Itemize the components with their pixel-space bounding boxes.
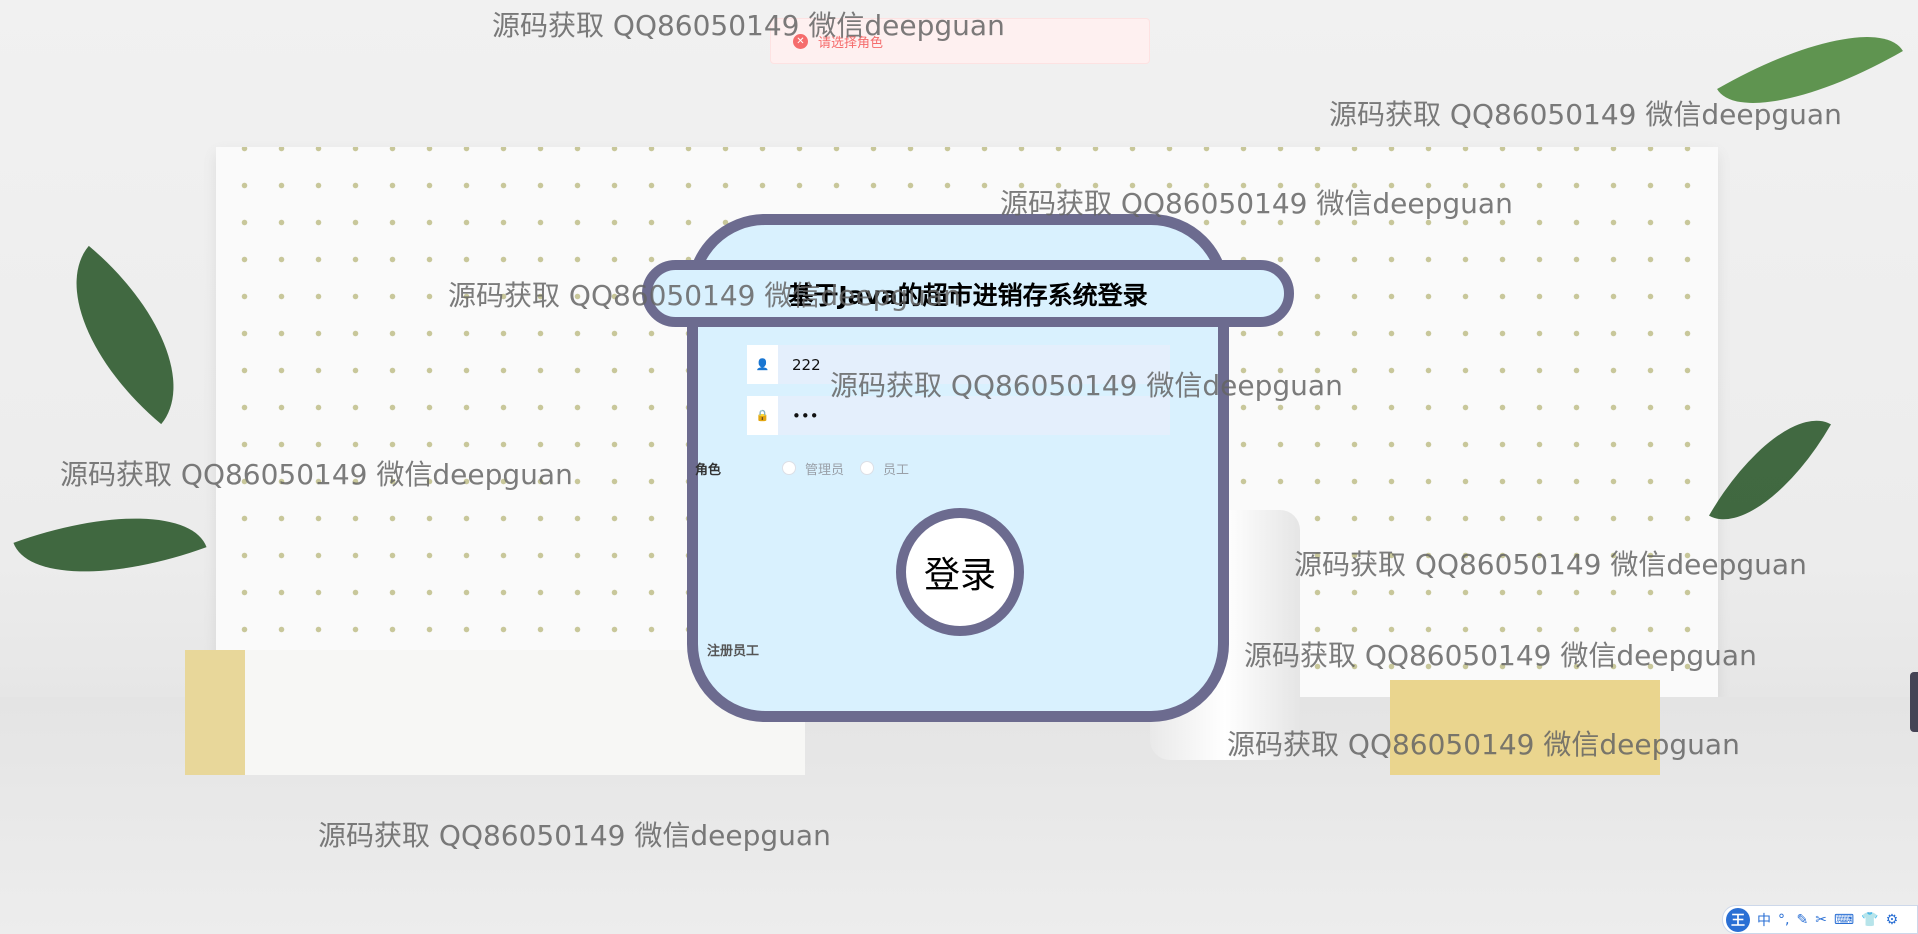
lock-icon: 🔒 xyxy=(747,396,778,435)
login-button[interactable]: 登录 xyxy=(896,508,1024,636)
error-toast: ✕ 请选择角色 xyxy=(770,18,1150,64)
username-field[interactable]: 👤 222 xyxy=(747,345,1170,384)
ime-scissors-icon[interactable]: ✂ xyxy=(1815,912,1827,928)
ime-settings-icon[interactable]: ⚙ xyxy=(1886,912,1899,928)
register-staff-link[interactable]: 注册员工 xyxy=(707,640,759,659)
ime-chinese-mode-icon[interactable]: 中 xyxy=(1757,910,1771,930)
side-widget[interactable] xyxy=(1910,672,1918,732)
ime-skin-icon[interactable]: 👕 xyxy=(1861,912,1878,928)
role-label: 角色 xyxy=(695,463,722,478)
radio-staff[interactable] xyxy=(860,461,874,475)
username-input[interactable]: 222 xyxy=(792,356,821,374)
error-circle-icon: ✕ xyxy=(793,33,808,49)
toast-message: 请选择角色 xyxy=(818,35,884,51)
user-icon: 👤 xyxy=(747,345,778,384)
radio-admin-label[interactable]: 管理员 xyxy=(805,459,844,478)
plant-leaf xyxy=(1709,394,1831,546)
ime-logo-icon[interactable]: 王 xyxy=(1726,907,1750,932)
background-box xyxy=(1390,680,1660,775)
ime-punctuation-icon[interactable]: °, xyxy=(1778,912,1789,928)
page-title: 基于Java的超市进销存系统登录 xyxy=(788,280,1148,310)
radio-staff-label[interactable]: 员工 xyxy=(883,459,909,478)
password-input[interactable]: ••• xyxy=(792,407,819,425)
plant-leaf xyxy=(1717,0,1903,141)
ime-toolbar[interactable]: 王 中 °, ✎ ✂ ⌨ 👕 ⚙ xyxy=(1722,905,1918,934)
ime-handwriting-icon[interactable]: ✎ xyxy=(1796,912,1808,928)
title-bar: 基于Java的超市进销存系统登录 xyxy=(642,260,1294,327)
plant-leaf xyxy=(13,481,207,609)
radio-admin[interactable] xyxy=(782,461,796,475)
ime-keyboard-icon[interactable]: ⌨ xyxy=(1834,912,1854,928)
password-field[interactable]: 🔒 ••• xyxy=(747,396,1170,435)
plant-leaf xyxy=(30,245,220,425)
